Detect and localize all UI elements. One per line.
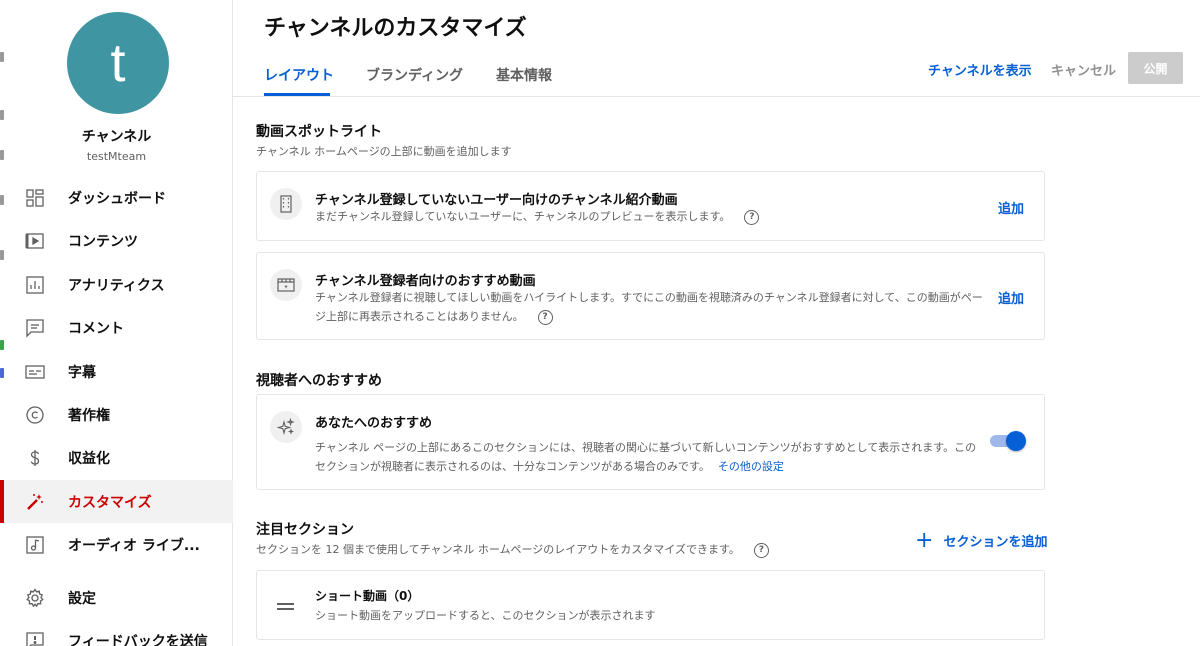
sidebar-item-label: オーディオ ライブ...: [68, 537, 200, 554]
sparkle-icon: [277, 418, 295, 436]
sidebar-item-analytics[interactable]: アナリティクス: [0, 263, 233, 306]
avatar-letter: t: [110, 33, 126, 93]
dollar-icon: [30, 450, 40, 466]
header-divider: [233, 96, 1200, 97]
tab-layout[interactable]: レイアウト: [264, 65, 334, 85]
sidebar-item-label: アナリティクス: [68, 277, 165, 294]
sidebar-item-label: フィードバックを送信: [68, 633, 208, 646]
for-you-toggle[interactable]: [988, 431, 1026, 451]
sidebar-item-monetization[interactable]: 収益化: [0, 436, 233, 479]
featured-section-title: 注目セクション: [256, 522, 354, 538]
feedback-icon: [26, 632, 44, 646]
spotlight-section-title: 動画スポットライト: [256, 124, 382, 140]
add-trailer-button[interactable]: 追加: [998, 198, 1024, 217]
help-icon[interactable]: ?: [744, 209, 760, 225]
featured-section-description: セクションを 12 個まで使用してチャンネル ホームページのレイアウトをカスタマ…: [256, 541, 769, 558]
sidebar-item-comments[interactable]: コメント: [0, 306, 233, 349]
sidebar-item-customize[interactable]: カスタマイズ: [0, 480, 233, 523]
shorts-section-card: ショート動画（0） ショート動画をアップロードすると、このセクションが表示されま…: [256, 570, 1045, 640]
channel-trailer-card: チャンネル登録していないユーザー向けのチャンネル紹介動画 まだチャンネル登録して…: [256, 171, 1045, 241]
drag-handle-icon[interactable]: [277, 603, 294, 611]
card-title: チャンネル登録していないユーザー向けのチャンネル紹介動画: [315, 193, 678, 208]
sidebar-item-label: 収益化: [68, 450, 110, 467]
tab-branding[interactable]: ブランディング: [366, 65, 463, 85]
sidebar-item-label: 設定: [68, 590, 96, 607]
sidebar-item-settings[interactable]: 設定: [0, 576, 233, 619]
card-description: まだチャンネル登録していないユーザーに、チャンネルのプレビューを表示します。?: [315, 207, 760, 226]
sidebar-item-label: カスタマイズ: [68, 494, 152, 511]
channel-name: チャンネル: [81, 129, 152, 145]
more-settings-link[interactable]: その他の設定: [718, 460, 784, 473]
sidebar-item-subtitles[interactable]: 字幕: [0, 350, 233, 393]
avatar[interactable]: t: [67, 12, 169, 114]
sidebar-item-feedback[interactable]: フィードバックを送信: [0, 619, 233, 646]
featured-section-description-text: セクションを 12 個まで使用してチャンネル ホームページのレイアウトをカスタマ…: [256, 543, 740, 556]
card-description: チャンネル ページの上部にあるこのセクションには、視聴者の関心に基づいて新しいコ…: [315, 438, 980, 476]
card-description: ショート動画をアップロードすると、このセクションが表示されます: [315, 609, 656, 622]
add-section-label: セクションを追加: [943, 535, 1048, 550]
sidebar-item-copyright[interactable]: 著作権: [0, 393, 233, 436]
sidebar-item-content[interactable]: コンテンツ: [0, 219, 233, 262]
dashboard-icon: [26, 189, 44, 207]
card-icon-wrap: [270, 188, 302, 220]
film-strip-icon: [280, 195, 292, 213]
card-icon-wrap: [270, 269, 302, 301]
tab-basic-info[interactable]: 基本情報: [496, 65, 552, 85]
sidebar-item-dashboard[interactable]: ダッシュボード: [0, 176, 233, 219]
publish-button[interactable]: 公開: [1128, 52, 1183, 84]
sidebar-item-label: ダッシュボード: [68, 190, 166, 207]
card-description-text: チャンネル ページの上部にあるこのセクションには、視聴者の関心に基づいて新しいコ…: [315, 441, 977, 473]
sidebar-item-audio-library[interactable]: オーディオ ライブ...: [0, 523, 233, 566]
view-channel-link[interactable]: チャンネルを表示: [928, 60, 1032, 79]
for-you-card: あなたへのおすすめ チャンネル ページの上部にあるこのセクションには、視聴者の関…: [256, 394, 1045, 490]
recommendations-section-title: 視聴者へのおすすめ: [256, 373, 382, 389]
copyright-icon: [26, 406, 44, 424]
page-title: チャンネルのカスタマイズ: [264, 16, 527, 41]
featured-video-card: チャンネル登録者向けのおすすめ動画 チャンネル登録者に視聴してほしい動画をハイラ…: [256, 252, 1045, 340]
card-description-text: まだチャンネル登録していないユーザーに、チャンネルのプレビューを表示します。: [315, 210, 731, 223]
comment-icon: [26, 319, 44, 338]
audio-library-icon: [26, 536, 44, 554]
help-icon[interactable]: ?: [537, 309, 553, 325]
plus-icon: +: [915, 527, 934, 553]
content-icon: [25, 233, 44, 249]
sidebar-item-label: 字幕: [68, 364, 96, 381]
help-icon[interactable]: ?: [753, 542, 769, 558]
card-title: チャンネル登録者向けのおすすめ動画: [315, 274, 536, 289]
add-section-button[interactable]: + セクションを追加: [915, 527, 1048, 553]
card-title: あなたへのおすすめ: [315, 416, 433, 431]
channel-handle: testMteam: [86, 150, 147, 163]
card-title: ショート動画（0）: [315, 589, 420, 603]
sidebar-item-label: 著作権: [68, 407, 110, 424]
sidebar-item-label: コメント: [68, 320, 124, 337]
add-featured-video-button[interactable]: 追加: [998, 288, 1024, 307]
sidebar: t チャンネル testMteam ダッシュボード コンテンツ アナリティクス …: [0, 0, 233, 646]
subtitles-icon: [25, 365, 45, 379]
sidebar-item-label: コンテンツ: [68, 233, 138, 250]
card-description: チャンネル登録者に視聴してほしい動画をハイライトします。すでにこの動画を視聴済み…: [315, 288, 990, 326]
toggle-knob: [1006, 431, 1026, 451]
magic-wand-icon: [27, 494, 43, 510]
analytics-icon: [26, 276, 44, 294]
featured-video-icon: [277, 278, 295, 292]
gear-icon: [26, 588, 44, 608]
spotlight-section-description: チャンネル ホームページの上部に動画を追加します: [256, 145, 512, 158]
card-icon-wrap: [270, 411, 302, 443]
card-description-text: チャンネル登録者に視聴してほしい動画をハイライトします。すでにこの動画を視聴済み…: [315, 291, 983, 323]
cancel-button[interactable]: キャンセル: [1051, 60, 1116, 79]
